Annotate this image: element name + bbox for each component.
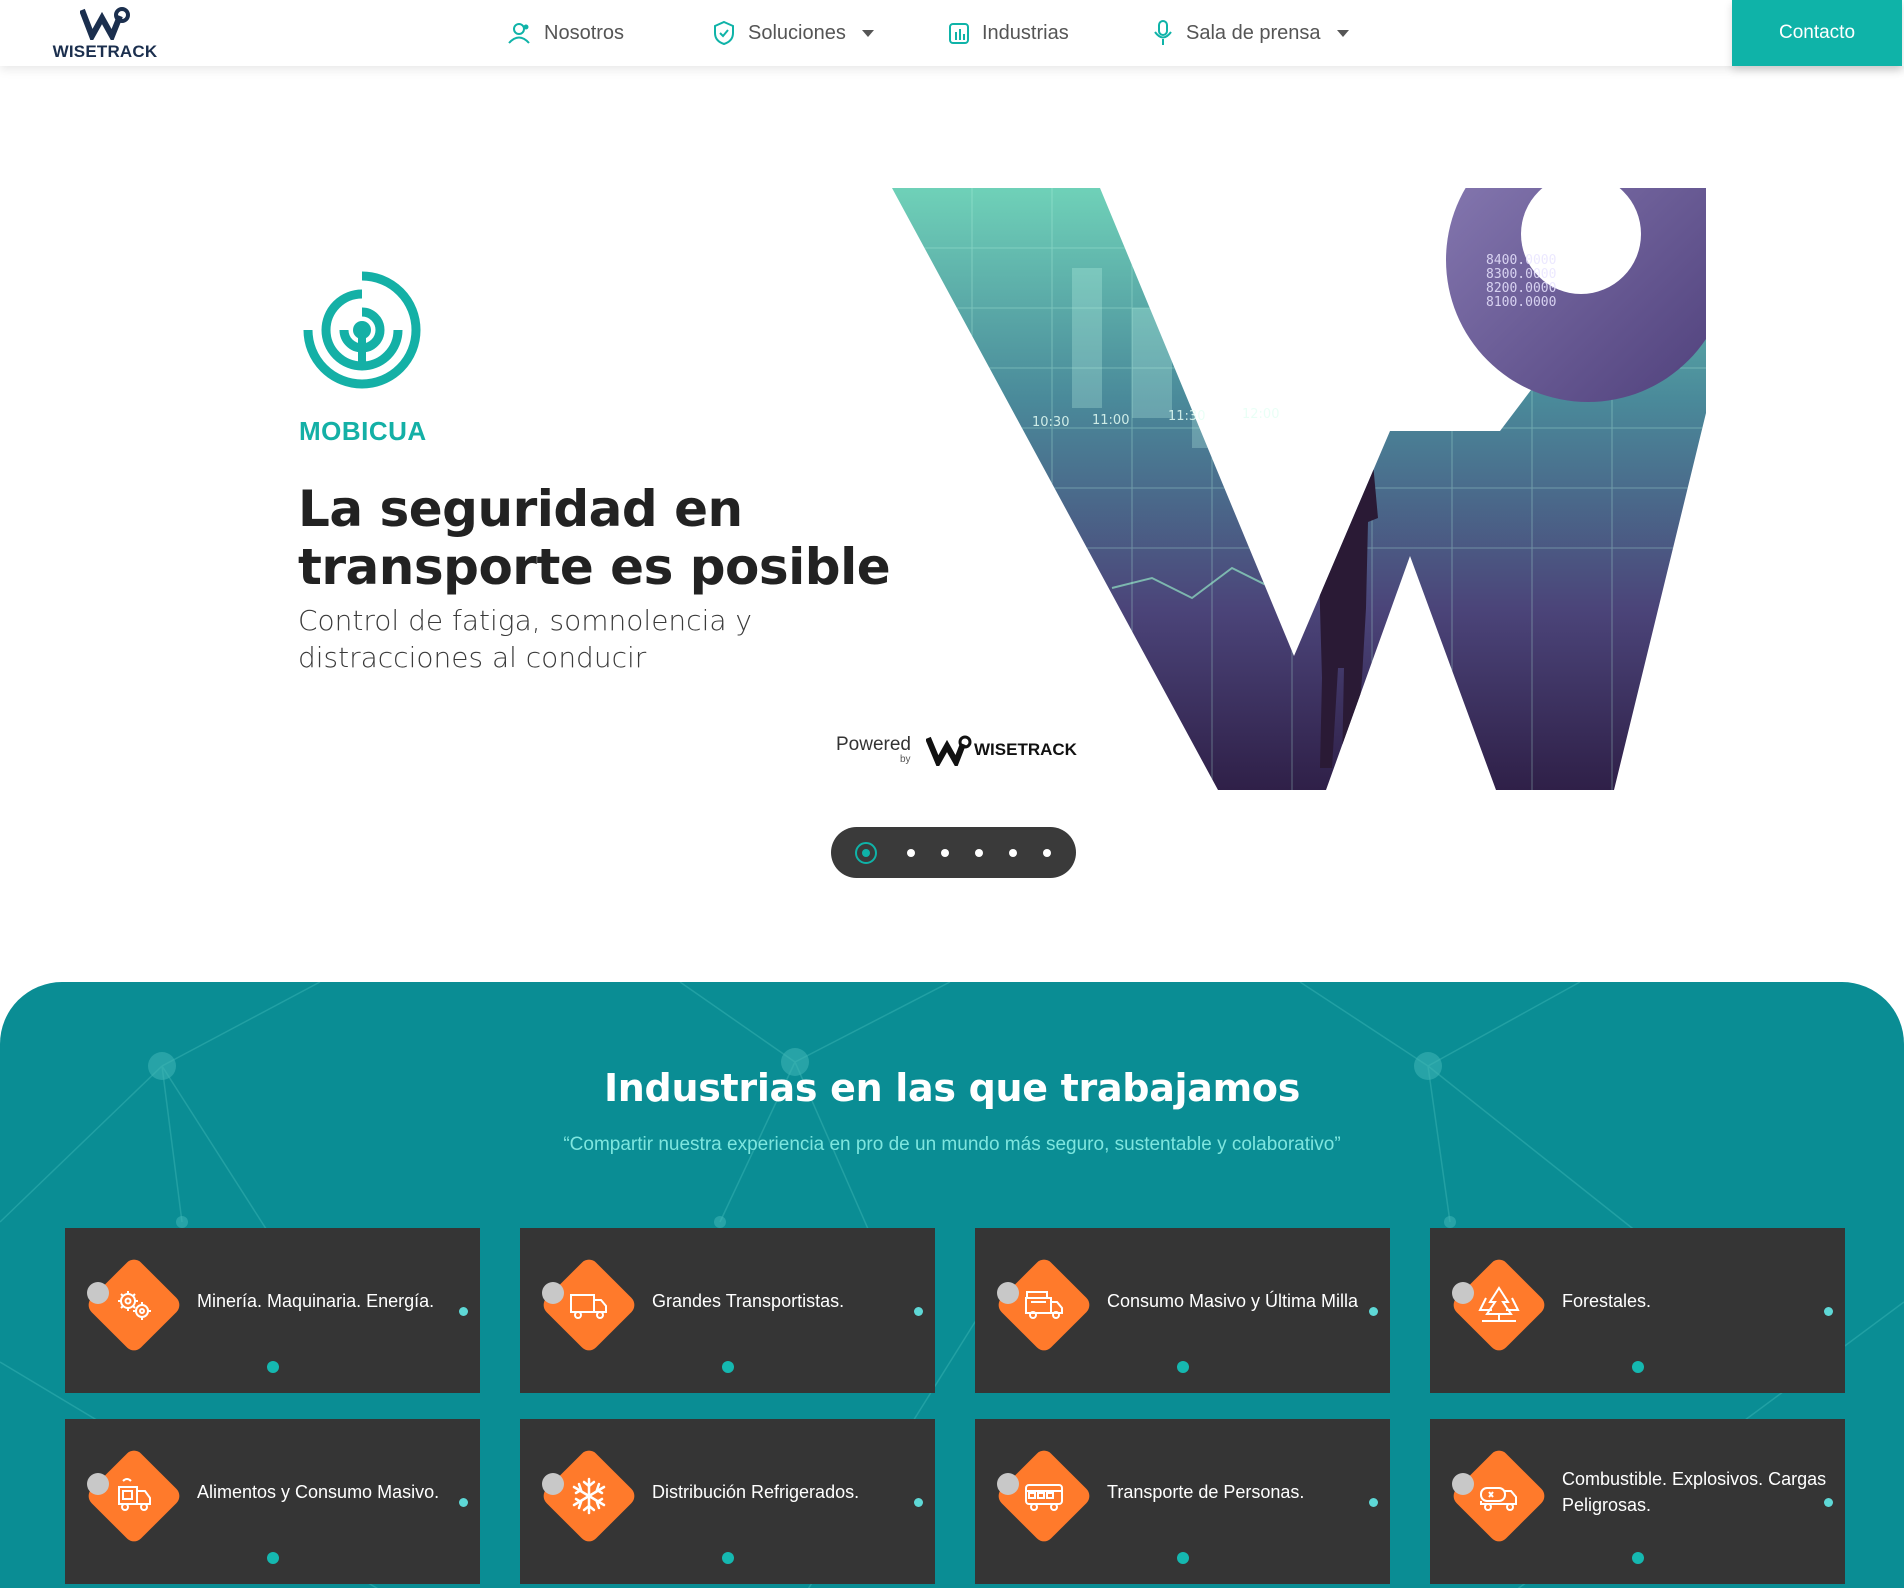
- decor-dot-bottom: [1177, 1361, 1189, 1373]
- industry-label: Consumo Masivo y Última Milla: [1107, 1290, 1359, 1311]
- image-readout-4: 8100.0000: [1486, 295, 1556, 310]
- carousel-pagination: [831, 827, 1076, 878]
- image-readout-1: 8400.0000: [1486, 253, 1556, 268]
- decor-dot: [1452, 1473, 1474, 1495]
- decor-dot: [997, 1473, 1019, 1495]
- industries-title: Industrias en las que trabajamos: [603, 1066, 1301, 1110]
- brand-name: MOBICUA: [299, 416, 427, 446]
- carousel-dot-4[interactable]: [975, 849, 983, 857]
- nav-industrias-label: Industrias: [982, 21, 1069, 44]
- decor-dot: [87, 1282, 109, 1304]
- wisetrack-logo-icon: [80, 7, 130, 40]
- powered-by-label: by: [900, 754, 911, 765]
- logo-text: WISETRACK: [52, 42, 158, 61]
- contact-button[interactable]: Contacto: [1732, 0, 1902, 66]
- carousel-dot-1[interactable]: [855, 842, 877, 864]
- carousel-dot-2[interactable]: [907, 849, 915, 857]
- image-readout-3: 8200.0000: [1486, 281, 1556, 296]
- decor-dot-right: [914, 1498, 923, 1507]
- gears-icon: [118, 1291, 151, 1320]
- industry-label: Grandes Transportistas.: [652, 1290, 845, 1311]
- image-label-1130: 11:30: [1168, 409, 1205, 424]
- industry-card-grandes-transportistas[interactable]: Grandes Transportistas.: [520, 1228, 935, 1393]
- decor-dot: [1452, 1282, 1474, 1304]
- industry-label: Transporte de Personas.: [1107, 1481, 1305, 1502]
- decor-dot-right: [459, 1498, 468, 1507]
- top-navbar: WISETRACK Nosotros Soluciones Industrias: [0, 0, 1904, 66]
- food-truck-icon: [118, 1478, 151, 1511]
- decor-dot: [87, 1473, 109, 1495]
- trees-icon: [1478, 1286, 1520, 1322]
- decor-dot-bottom: [267, 1552, 279, 1564]
- decor-dot-bottom: [722, 1552, 734, 1564]
- chevron-down-icon: [1336, 29, 1349, 37]
- wisetrack-logo[interactable]: WISETRACK: [52, 6, 158, 61]
- industry-label: Minería. Maquinaria. Energía.: [197, 1290, 435, 1311]
- decor-dot-bottom: [267, 1361, 279, 1373]
- delivery-van-icon: [1025, 1291, 1063, 1319]
- powered-brand: WISETRACK: [974, 740, 1077, 759]
- industry-card-refrigerados[interactable]: Distribución Refrigerados.: [520, 1419, 935, 1584]
- industry-card-consumo-masivo[interactable]: Consumo Masivo y Última Milla: [975, 1228, 1390, 1393]
- mobicua-logo-icon[interactable]: [300, 268, 424, 394]
- carousel-dot-6[interactable]: [1043, 849, 1051, 857]
- carousel-dot-5[interactable]: [1009, 849, 1017, 857]
- wisetrack-small-logo-icon: [926, 735, 972, 766]
- decor-dot-right: [459, 1307, 468, 1316]
- decor-dot-right: [1369, 1307, 1378, 1316]
- decor-dot: [997, 1282, 1019, 1304]
- nav-industrias[interactable]: Industrias: [948, 0, 1069, 66]
- image-label-1100: 11:00: [1092, 413, 1129, 428]
- decor-dot-bottom: [1632, 1552, 1644, 1564]
- nav-soluciones[interactable]: Soluciones: [712, 0, 874, 66]
- hero-control-room-image: 10:30 11:00 11:30 12:00 8400.0000 8300.0…: [892, 188, 1706, 790]
- truck-icon: [570, 1294, 607, 1319]
- industries-subtitle: “Compartir nuestra experiencia en pro de…: [563, 1134, 1341, 1155]
- shield-check-icon: [714, 20, 734, 46]
- nav-nosotros[interactable]: Nosotros: [506, 0, 624, 66]
- decor-dot-bottom: [1177, 1552, 1189, 1564]
- decor-dot-bottom: [722, 1361, 734, 1373]
- image-label-1030: 10:30: [1032, 415, 1069, 430]
- decor-dot-bottom: [1632, 1361, 1644, 1373]
- industry-label: Distribución Refrigerados.: [652, 1481, 860, 1502]
- industry-label: Alimentos y Consumo Masivo.: [197, 1481, 440, 1502]
- image-readout-2: 8300.0000: [1486, 267, 1556, 282]
- nav-nosotros-label: Nosotros: [544, 21, 625, 44]
- industry-label: Combustible. Explosivos. Cargas Peligros…: [1562, 1468, 1827, 1515]
- decor-dot: [542, 1282, 564, 1304]
- decor-dot: [542, 1473, 564, 1495]
- image-label-1200: 12:00: [1242, 407, 1279, 422]
- industry-card-mineria[interactable]: Minería. Maquinaria. Energía.: [65, 1228, 480, 1393]
- bar-chart-icon: [949, 23, 969, 44]
- nav-sala-de-prensa[interactable]: Sala de prensa: [1152, 0, 1349, 66]
- nav-sala-de-prensa-label: Sala de prensa: [1186, 21, 1321, 44]
- decor-dot-right: [1824, 1498, 1833, 1507]
- carousel-dot-3[interactable]: [941, 849, 949, 857]
- decor-dot-right: [914, 1307, 923, 1316]
- bus-icon: [1025, 1484, 1063, 1511]
- industry-card-alimentos[interactable]: Alimentos y Consumo Masivo.: [65, 1419, 480, 1584]
- industry-card-transporte-personas[interactable]: Transporte de Personas.: [975, 1419, 1390, 1584]
- tanker-truck-icon: [1480, 1487, 1517, 1511]
- chevron-down-icon: [861, 29, 874, 37]
- industries-section: Industrias en las que trabajamos “Compar…: [0, 982, 1904, 1588]
- industry-label: Forestales.: [1562, 1290, 1652, 1311]
- decor-dot-right: [1369, 1498, 1378, 1507]
- people-icon: [508, 23, 530, 44]
- snowflake-icon: [572, 1477, 606, 1515]
- decor-dot-right: [1824, 1307, 1833, 1316]
- powered-label: Powered: [836, 734, 911, 755]
- industry-card-forestales[interactable]: Forestales.: [1430, 1228, 1845, 1393]
- nav-soluciones-label: Soluciones: [748, 21, 846, 44]
- hero-title: La seguridad en transporte es posible: [298, 480, 891, 596]
- industry-card-cargas-peligrosas[interactable]: Combustible. Explosivos. Cargas Peligros…: [1430, 1419, 1845, 1584]
- hero-subtitle: Control de fatiga, somnolencia y distrac…: [298, 604, 752, 674]
- microphone-icon: [1154, 20, 1172, 45]
